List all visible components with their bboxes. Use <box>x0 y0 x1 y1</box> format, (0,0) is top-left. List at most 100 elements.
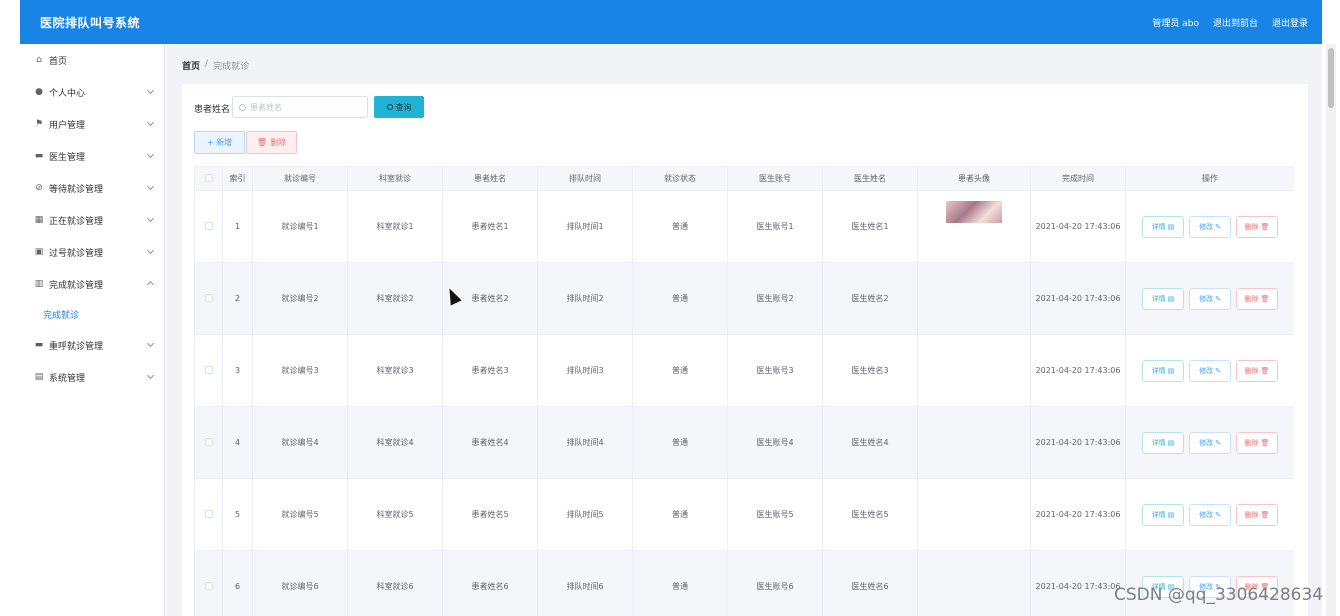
checkbox[interactable] <box>204 581 213 590</box>
delete-button[interactable]: 删除 🗑 <box>1236 431 1278 454</box>
edit-label: 修改 <box>1199 294 1214 303</box>
doc-icon: ▤ <box>1167 222 1175 231</box>
detail-button[interactable]: 详情 ▤ <box>1142 359 1184 382</box>
detail-button[interactable]: 详情 ▤ <box>1142 215 1184 238</box>
checkbox[interactable] <box>204 509 213 518</box>
checkbox[interactable] <box>204 221 213 230</box>
edit-button[interactable]: 修改 ✎ <box>1189 359 1231 382</box>
cell-doctor-account: 医生账号4 <box>727 406 823 479</box>
row-select[interactable] <box>194 262 223 335</box>
cell-done-time: 2021-04-20 17:43:06 <box>1030 190 1126 263</box>
add-button[interactable]: + 新增 <box>194 131 245 154</box>
cell-queue: 排队时间2 <box>537 262 633 335</box>
detail-button[interactable]: 详情 ▤ <box>1142 431 1184 454</box>
search-box[interactable] <box>232 96 368 118</box>
logout-link[interactable]: 退出登录 <box>1272 16 1308 29</box>
table-row: 1 就诊编号1 科室就诊1 患者姓名1 排队时间1 普通 医生账号1 医生姓名1… <box>194 190 1294 263</box>
delete-button[interactable]: 删除 🗑 <box>1236 215 1278 238</box>
cell-done-time: 2021-04-20 17:43:06 <box>1030 334 1126 407</box>
header-cell: 完成时间 <box>1030 166 1126 191</box>
cell-queue: 排队时间5 <box>537 478 633 551</box>
sidebar-item-user-management[interactable]: ⚑ 用户管理 <box>20 111 165 137</box>
main-content: 首页 / 完成就诊 患者姓名 查询 + 新增 🗑 删除 <box>166 44 1322 616</box>
cell-status: 普通 <box>632 550 728 616</box>
edit-icon: ✎ <box>1215 366 1221 375</box>
sidebar-item-home[interactable]: ⌂ 首页 <box>20 47 165 73</box>
checkbox[interactable] <box>204 437 213 446</box>
breadcrumb-home[interactable]: 首页 <box>182 59 200 72</box>
detail-button[interactable]: 详情 ▤ <box>1142 503 1184 526</box>
sidebar-item-waiting-management[interactable]: ⊘ 等待就诊管理 <box>20 175 165 201</box>
trash-icon: 🗑 <box>1260 438 1270 447</box>
header-cell: 索引 <box>222 166 253 191</box>
cell-ops: 详情 ▤ 修改 ✎ 删除 🗑 <box>1125 262 1294 335</box>
search-button[interactable]: 查询 <box>374 96 424 118</box>
breadcrumb-separator: / <box>205 59 209 69</box>
sidebar-item-recall-management[interactable]: ▬ 重呼就诊管理 <box>20 332 165 358</box>
edit-icon: ✎ <box>1215 438 1221 447</box>
sidebar-item-missed-management[interactable]: ▣ 过号就诊管理 <box>20 239 165 265</box>
edit-button[interactable]: 修改 ✎ <box>1189 215 1231 238</box>
trash-icon: 🗑 <box>1260 366 1270 375</box>
edit-button[interactable]: 修改 ✎ <box>1189 503 1231 526</box>
delete-button[interactable]: 删除 🗑 <box>1236 359 1278 382</box>
cell-doctor-name: 医生姓名2 <box>822 262 918 335</box>
edit-button[interactable]: 修改 ✎ <box>1189 431 1231 454</box>
search-icon <box>239 103 246 111</box>
user-icon: ● <box>35 87 43 97</box>
cell-doctor-account: 医生账号5 <box>727 478 823 551</box>
patient-name-input[interactable] <box>250 102 360 112</box>
row-select[interactable] <box>194 478 223 551</box>
cell-doctor-name: 医生姓名1 <box>822 190 918 263</box>
cell-ops: 详情 ▤ 修改 ✎ 删除 🗑 <box>1125 478 1294 551</box>
delete-button[interactable]: 删除 🗑 <box>1236 503 1278 526</box>
cell-doctor-account: 医生账号6 <box>727 550 823 616</box>
checkbox[interactable] <box>204 365 213 374</box>
header-cell: 操作 <box>1125 166 1294 191</box>
row-select[interactable] <box>194 550 223 616</box>
cell-status: 普通 <box>632 262 728 335</box>
sidebar-item-doctor-management[interactable]: ▬ 医生管理 <box>20 143 165 169</box>
top-header: 医院排队叫号系统 管理员 abo 退出到前台 退出登录 <box>20 0 1322 44</box>
cell-status: 普通 <box>632 406 728 479</box>
data-table: 索引 就诊编号 科室就诊 患者姓名 排队时间 就诊状态 医生账号 医生姓名 患者… <box>194 166 1294 616</box>
checkbox[interactable] <box>204 173 213 182</box>
cell-dept: 科室就诊3 <box>347 334 443 407</box>
row-select[interactable] <box>194 334 223 407</box>
detail-label: 详情 <box>1151 438 1166 447</box>
batch-delete-button[interactable]: 🗑 删除 <box>246 131 297 154</box>
row-select[interactable] <box>194 406 223 479</box>
chevron-down-icon <box>146 246 155 255</box>
csdn-watermark: CSDN @qq_3306428634 <box>1114 585 1324 605</box>
header-cell: 患者姓名 <box>442 166 538 191</box>
detail-button[interactable]: 详情 ▤ <box>1142 287 1184 310</box>
edit-button[interactable]: 修改 ✎ <box>1189 287 1231 310</box>
chevron-down-icon <box>146 214 155 223</box>
header-cell: 就诊编号 <box>252 166 348 191</box>
sidebar: ⌂ 首页 ● 个人中心 ⚑ 用户管理 ▬ 医生管理 ⊘ 等待就诊管理 ▦ 正在就… <box>20 44 165 616</box>
sidebar-item-completed-management[interactable]: ▥ 完成就诊管理 <box>20 271 165 297</box>
edit-label: 修改 <box>1199 222 1214 231</box>
admin-label[interactable]: 管理员 abo <box>1152 16 1199 29</box>
scrollbar-thumb[interactable] <box>1328 48 1334 108</box>
edit-label: 修改 <box>1199 438 1214 447</box>
checkbox[interactable] <box>204 293 213 302</box>
delete-button[interactable]: 删除 🗑 <box>1236 287 1278 310</box>
sidebar-item-personal-center[interactable]: ● 个人中心 <box>20 79 165 105</box>
briefcase-icon: ▣ <box>34 247 44 257</box>
sidebar-item-in-progress-management[interactable]: ▦ 正在就诊管理 <box>20 207 165 233</box>
sidebar-item-system-management[interactable]: ▤ 系统管理 <box>20 364 165 390</box>
header-select-all[interactable] <box>194 166 223 191</box>
vertical-scrollbar[interactable] <box>1326 44 1336 616</box>
cell-queue: 排队时间3 <box>537 334 633 407</box>
trash-icon: 🗑 <box>1260 222 1270 231</box>
cell-avatar <box>917 334 1031 407</box>
row-select[interactable] <box>194 190 223 263</box>
sidebar-subitem-completed[interactable]: 完成就诊 <box>20 303 165 325</box>
table-row: 6 就诊编号6 科室就诊6 患者姓名6 排队时间6 普通 医生账号6 医生姓名6… <box>194 550 1294 616</box>
header-cell: 患者头像 <box>917 166 1031 191</box>
delete-label: 删除 <box>1244 366 1259 375</box>
exit-to-front-link[interactable]: 退出到前台 <box>1213 16 1258 29</box>
cell-index: 3 <box>222 334 253 407</box>
edit-icon: ✎ <box>1215 222 1221 231</box>
